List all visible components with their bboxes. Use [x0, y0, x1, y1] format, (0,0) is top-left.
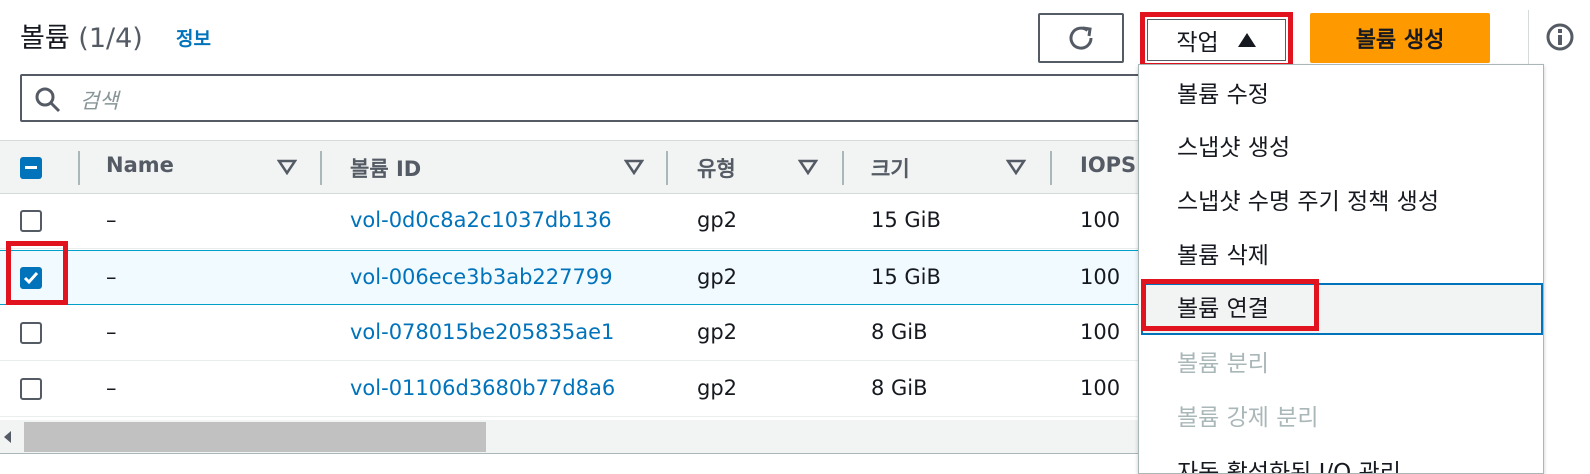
row-checkbox[interactable] [20, 322, 42, 344]
cell-volume-id-link[interactable]: vol-01106d3680b77d8a6 [350, 376, 615, 400]
scroll-left-arrow-icon[interactable] [4, 431, 11, 443]
cell-name: – [106, 265, 117, 289]
table-row[interactable]: – vol-01106d3680b77d8a6 gp2 8 GiB 100 [0, 362, 1140, 417]
info-icon[interactable] [1545, 22, 1575, 52]
horizontal-scrollbar[interactable] [0, 420, 1140, 454]
cell-type: gp2 [697, 265, 738, 289]
menu-item-force-detach-volume: 볼륨 강제 분리 [1177, 405, 1319, 431]
column-separator[interactable] [320, 151, 322, 185]
scrollbar-thumb[interactable] [24, 422, 486, 452]
menu-item-manage-auto-enabled-io[interactable]: 자동 활성화된 I/O 관리 [1177, 453, 1401, 473]
cell-type: gp2 [697, 320, 738, 344]
volumes-table: Name 볼륨 ID 유형 크기 IOPS – vol-0d0c8a2c1037… [0, 140, 1140, 422]
search-input[interactable]: 검색 [20, 74, 1150, 122]
cell-iops: 100 [1080, 320, 1121, 344]
refresh-icon [1069, 26, 1093, 50]
table-header: Name 볼륨 ID 유형 크기 IOPS [0, 140, 1140, 194]
cell-iops: 100 [1080, 265, 1121, 289]
table-row[interactable]: – vol-0d0c8a2c1037db136 gp2 15 GiB 100 [0, 194, 1140, 249]
menu-item-create-snapshot[interactable]: 스냅샷 생성 [1177, 128, 1290, 162]
column-separator[interactable] [1050, 151, 1052, 185]
column-separator[interactable] [842, 151, 844, 185]
create-volume-button-label: 볼륨 생성 [1355, 28, 1445, 53]
column-header-type[interactable]: 유형 [697, 153, 736, 183]
column-separator[interactable] [666, 151, 668, 185]
select-all-checkbox[interactable] [20, 157, 42, 179]
cell-name: – [106, 320, 117, 344]
search-placeholder: 검색 [80, 89, 119, 113]
table-row-selected[interactable]: – vol-006ece3b3ab227799 gp2 15 GiB 100 [0, 241, 1140, 305]
page-title-text: 볼륨 [20, 23, 70, 54]
sort-down-icon[interactable] [798, 159, 818, 175]
column-header-iops[interactable]: IOPS [1080, 153, 1136, 177]
table-row[interactable]: – vol-078015be205835ae1 gp2 8 GiB 100 [0, 306, 1140, 361]
cell-name: – [106, 208, 117, 232]
sort-down-icon[interactable] [277, 159, 297, 175]
column-header-volume-id[interactable]: 볼륨 ID [350, 153, 421, 183]
page-title: 볼륨 (1/4) [20, 16, 143, 55]
row-checkbox[interactable] [20, 378, 42, 400]
checkbox-highlight-box [6, 241, 68, 305]
menu-item-attach-volume[interactable]: 볼륨 연결 [1177, 289, 1269, 323]
column-header-name[interactable]: Name [106, 153, 174, 177]
menu-item-delete-volume[interactable]: 볼륨 삭제 [1177, 236, 1269, 270]
caret-up-icon [1237, 33, 1256, 47]
cell-size: 8 GiB [871, 376, 928, 400]
cell-name: – [106, 376, 117, 400]
cell-volume-id-link[interactable]: vol-0d0c8a2c1037db136 [350, 208, 612, 232]
actions-dropdown-menu: 볼륨 수정 스냅샷 생성 스냅샷 수명 주기 정책 생성 볼륨 삭제 볼륨 연결… [1138, 64, 1544, 474]
page-header: 볼륨 (1/4) 정보 작업 볼륨 생성 [0, 0, 1590, 72]
actions-button[interactable]: 작업 [1140, 12, 1293, 68]
create-volume-button[interactable]: 볼륨 생성 [1310, 13, 1490, 63]
menu-item-create-snapshot-lifecycle-policy[interactable]: 스냅샷 수명 주기 정책 생성 [1177, 182, 1439, 216]
selection-count: (1/4) [78, 23, 143, 54]
cell-iops: 100 [1080, 208, 1121, 232]
row-checkbox[interactable] [20, 210, 42, 232]
column-separator [78, 151, 80, 185]
cell-size: 15 GiB [871, 265, 941, 289]
cell-type: gp2 [697, 208, 738, 232]
search-icon [35, 87, 61, 113]
menu-item-detach-volume: 볼륨 분리 [1177, 351, 1269, 377]
cell-type: gp2 [697, 376, 738, 400]
cell-size: 15 GiB [871, 208, 941, 232]
actions-button-label: 작업 [1176, 30, 1219, 56]
refresh-button[interactable] [1038, 13, 1124, 63]
cell-size: 8 GiB [871, 320, 928, 344]
menu-item-modify-volume[interactable]: 볼륨 수정 [1177, 75, 1269, 109]
sort-down-icon[interactable] [1006, 159, 1026, 175]
sort-down-icon[interactable] [624, 159, 644, 175]
column-header-size[interactable]: 크기 [871, 153, 910, 183]
cell-iops: 100 [1080, 376, 1121, 400]
cell-volume-id-link[interactable]: vol-006ece3b3ab227799 [350, 265, 613, 289]
cell-volume-id-link[interactable]: vol-078015be205835ae1 [350, 320, 614, 344]
info-link[interactable]: 정보 [176, 24, 211, 51]
